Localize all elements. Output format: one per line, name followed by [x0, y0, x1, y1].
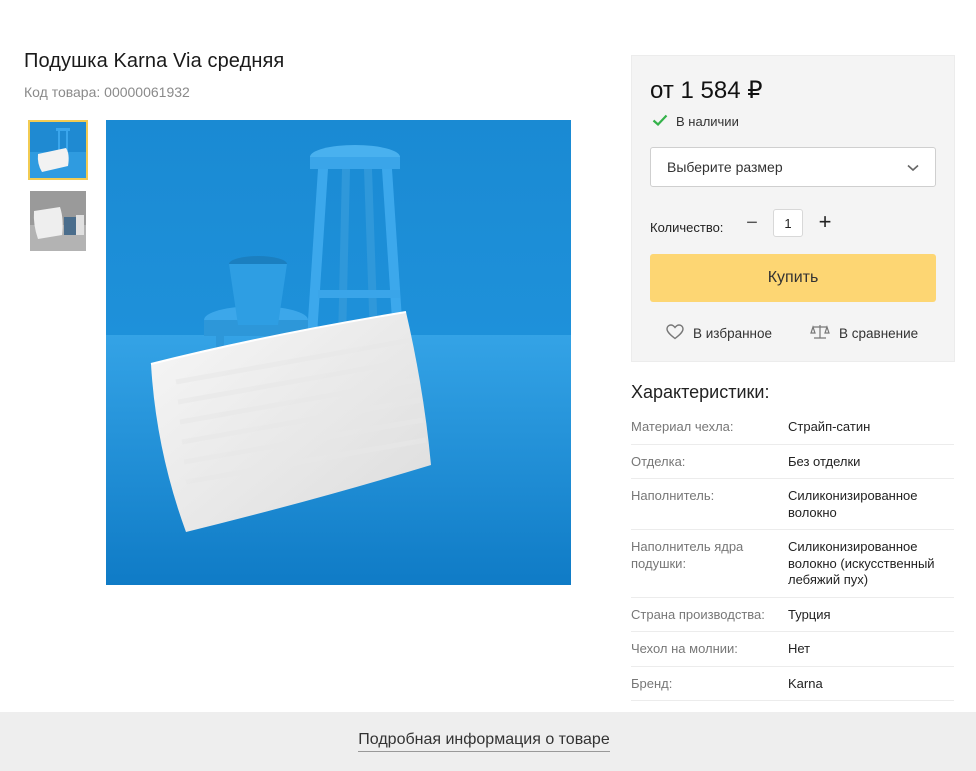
- thumbnail-blue-scene[interactable]: [28, 120, 88, 180]
- size-select[interactable]: Выберите размер: [650, 147, 936, 187]
- thumbnail-blue-scene-image: [30, 122, 86, 178]
- heart-icon: [666, 324, 684, 343]
- main-product-image[interactable]: [106, 120, 571, 585]
- row-key: Страна производства:: [631, 606, 765, 622]
- table-row: Страна производства: Турция: [631, 598, 954, 632]
- chevron-down-icon: [907, 159, 919, 175]
- pillow-blue-scene-image: [106, 120, 571, 585]
- row-value: Нет: [788, 641, 811, 656]
- row-value: Турция: [788, 606, 831, 622]
- product-sku: Код товара: 00000061932: [24, 84, 190, 100]
- row-value: Страйп-сатин: [788, 419, 871, 434]
- favorites-label: В избранное: [693, 326, 773, 341]
- row-key: Бренд:: [631, 675, 673, 691]
- row-value: Karna: [788, 675, 823, 691]
- row-key: Наполнитель ядра подушки:: [631, 539, 744, 571]
- product-title: Подушка Karna Via средняя: [24, 50, 285, 72]
- table-row: Отделка: Без отделки: [631, 445, 954, 479]
- row-value: Силиконизированное волокно (искусственны…: [788, 539, 935, 587]
- row-key: Наполнитель:: [631, 488, 715, 503]
- table-row: Материал чехла: Страйп-сатин: [631, 410, 954, 445]
- quantity-input[interactable]: 1: [773, 209, 803, 237]
- add-to-compare-button[interactable]: В сравнение: [810, 324, 918, 343]
- table-row: Чехол на молнии: Нет: [631, 632, 954, 667]
- row-key: Материал чехла:: [631, 419, 734, 434]
- table-row: Наполнитель ядра подушки: Силиконизирован…: [631, 530, 954, 598]
- quantity-decrease-button[interactable]: −: [743, 212, 761, 234]
- row-value: Без отделки: [788, 453, 861, 469]
- table-row: Наполнитель: Силиконизированное волокно: [631, 479, 954, 530]
- table-row: Бренд: Karna: [631, 667, 954, 701]
- buy-box: от 1 584 ₽ В наличии Выберите размер Кол…: [631, 55, 955, 362]
- compare-label: В сравнение: [839, 326, 919, 341]
- thumbnail-grey-scene-image: [30, 191, 86, 251]
- more-info-link[interactable]: Подробная информация о товаре: [358, 731, 610, 752]
- buy-button[interactable]: Купить: [650, 254, 936, 302]
- characteristics-table: Материал чехла: Страйп-сатин Отделка: Без …: [631, 410, 954, 701]
- row-key: Чехол на молнии:: [631, 641, 738, 656]
- row-key: Отделка:: [631, 453, 686, 469]
- scales-icon: [810, 324, 830, 343]
- details-bar: Подробная информация о товаре: [0, 712, 976, 771]
- characteristics-title: Характеристики:: [631, 382, 770, 402]
- size-select-value: Выберите размер: [667, 159, 783, 175]
- check-icon: [652, 114, 668, 129]
- stock-status: В наличии: [652, 114, 739, 129]
- quantity-label: Количество:: [650, 220, 724, 235]
- add-to-favorites-button[interactable]: В избранное: [666, 324, 772, 343]
- row-value: Силиконизированное волокно: [788, 488, 918, 520]
- stock-label: В наличии: [676, 114, 739, 129]
- price: от 1 584 ₽: [650, 77, 763, 104]
- thumbnail-grey-scene[interactable]: [30, 191, 86, 251]
- quantity-increase-button[interactable]: +: [815, 209, 835, 234]
